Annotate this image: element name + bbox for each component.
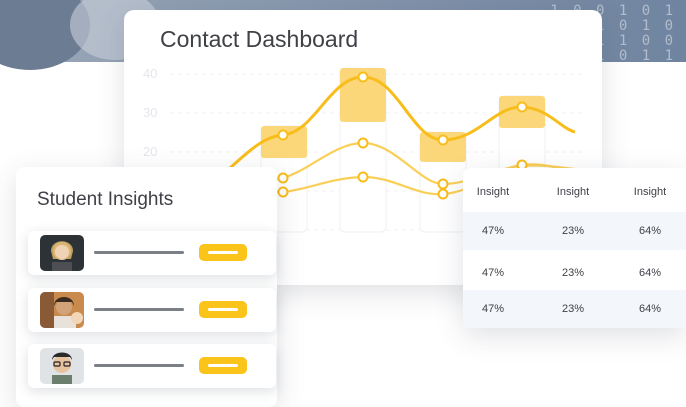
table-cell: 47% <box>481 225 505 237</box>
student-avatar <box>40 348 84 384</box>
student-row[interactable] <box>28 231 276 275</box>
marker <box>437 134 449 146</box>
marker <box>277 172 289 184</box>
student-avatar <box>40 292 84 328</box>
table-cell: 23% <box>561 267 585 279</box>
y-tick-label: 30 <box>143 105 157 120</box>
table-cell: 64% <box>638 267 662 279</box>
table-cell: 23% <box>561 225 585 237</box>
student-status-pill[interactable] <box>199 357 247 374</box>
table-cell: 47% <box>481 303 505 315</box>
table-row: 47% 23% 64% <box>463 254 686 292</box>
marker <box>357 171 369 183</box>
student-status-pill[interactable] <box>199 244 247 261</box>
table-header: Insight <box>556 186 590 198</box>
table-header: Insight <box>633 186 667 198</box>
student-insights-title: Student Insights <box>37 189 174 210</box>
marker <box>437 178 449 190</box>
student-name-placeholder <box>94 364 184 367</box>
y-tick-label: 20 <box>143 144 157 159</box>
student-row[interactable] <box>28 288 276 332</box>
student-status-pill[interactable] <box>199 301 247 318</box>
student-name-placeholder <box>94 308 184 311</box>
student-row[interactable] <box>28 344 276 388</box>
marker <box>516 101 528 113</box>
y-tick-label: 40 <box>143 66 157 81</box>
table-row: 47% 23% 64% <box>463 212 686 250</box>
student-avatar <box>40 235 84 271</box>
marker <box>437 188 449 200</box>
table-header: Insight <box>476 186 510 198</box>
marker <box>357 71 369 83</box>
insights-table-card: Insight Insight Insight 47% 23% 64% 47% … <box>463 168 686 328</box>
table-row: 47% 23% 64% <box>463 290 686 328</box>
table-header-row: Insight Insight Insight <box>463 173 686 211</box>
marker <box>277 129 289 141</box>
student-insights-card: Student Insights <box>16 167 277 407</box>
table-cell: 64% <box>638 303 662 315</box>
table-cell: 23% <box>561 303 585 315</box>
student-name-placeholder <box>94 251 184 254</box>
table-cell: 64% <box>638 225 662 237</box>
marker <box>277 186 289 198</box>
table-cell: 47% <box>481 267 505 279</box>
marker <box>357 137 369 149</box>
